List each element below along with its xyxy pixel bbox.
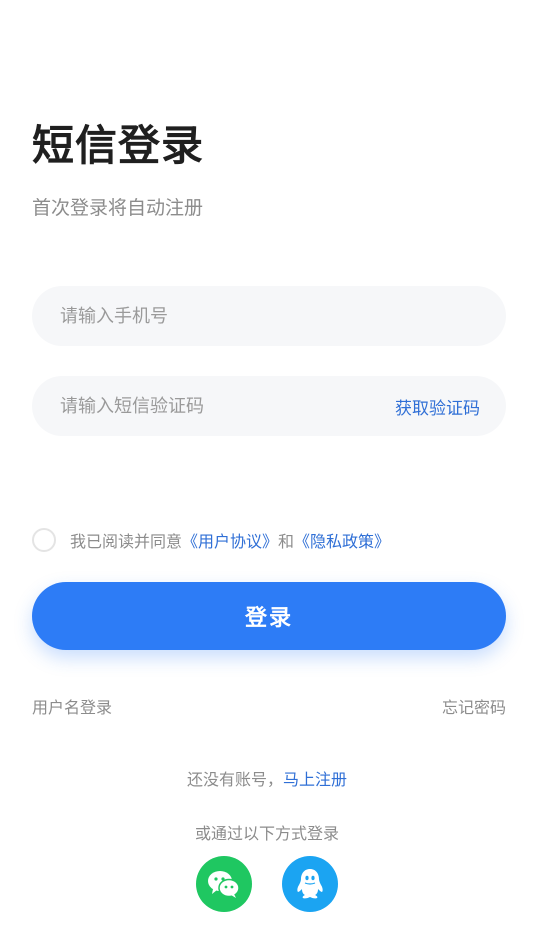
login-button[interactable]: 登录 [32, 582, 506, 650]
register-row: 还没有账号，马上注册 [0, 766, 534, 790]
qq-login-button[interactable] [282, 856, 338, 912]
register-link[interactable]: 马上注册 [283, 770, 347, 789]
qq-icon [297, 869, 323, 899]
phone-field-container [32, 286, 506, 346]
get-code-button[interactable]: 获取验证码 [395, 394, 480, 419]
social-login-row [0, 856, 534, 912]
phone-input[interactable] [58, 304, 480, 328]
page-title: 短信登录 [32, 121, 205, 170]
username-login-link[interactable]: 用户名登录 [32, 694, 112, 718]
user-agreement-link[interactable]: 《用户协议》 [182, 528, 278, 552]
agreement-conjunction: 和 [278, 532, 295, 551]
agreement-checkbox[interactable] [32, 528, 56, 552]
agreement-prefix: 我已阅读并同意 [70, 532, 183, 551]
register-prefix: 还没有账号， [186, 770, 283, 789]
wechat-icon [208, 871, 240, 898]
forgot-password-link[interactable]: 忘记密码 [442, 694, 506, 718]
other-methods-heading: 或通过以下方式登录 [194, 824, 339, 843]
page-subtitle: 首次登录将自动注册 [32, 197, 204, 219]
wechat-login-button[interactable] [196, 856, 252, 912]
sms-code-input[interactable] [58, 394, 395, 418]
code-field-container: 获取验证码 [32, 376, 506, 436]
privacy-policy-link[interactable]: 《隐私政策》 [294, 528, 390, 552]
agreement-row: 我已阅读并同意 《用户协议》 和 《隐私政策》 [32, 528, 390, 552]
